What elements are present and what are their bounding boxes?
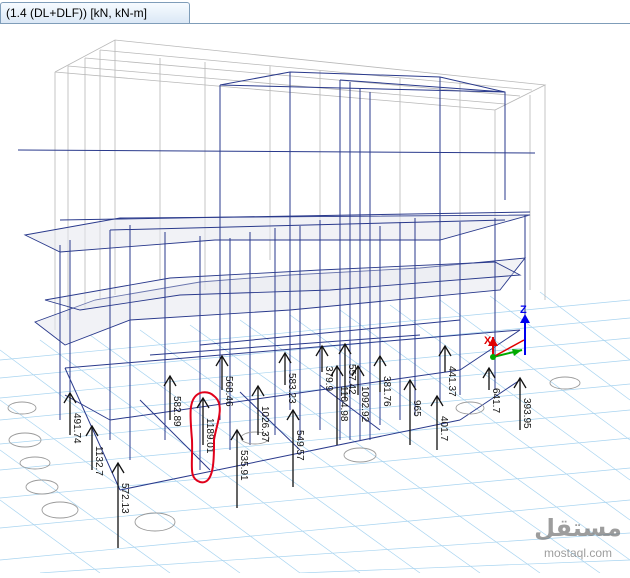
reaction-value-label: 535.91 [238, 450, 249, 481]
reaction-value-label: 568.46 [223, 376, 234, 407]
reaction-value-label: 441.37 [446, 366, 457, 397]
reaction-value-label: 572.13 [119, 483, 130, 514]
reaction-value-label: 1026.37 [259, 406, 270, 443]
reaction-value-label: 379.9 [323, 366, 334, 391]
reaction-value-label: 381.76 [381, 376, 392, 407]
reaction-value-label: 491.74 [71, 413, 82, 444]
model-viewport[interactable]: 491.74 1132.7 572.13 582.89 1189.01 535.91 568… [0, 0, 630, 574]
reaction-value-label: 582.89 [171, 396, 182, 427]
watermark-arabic: مستقل [534, 514, 622, 542]
reaction-value-label: 641.7 [490, 388, 501, 413]
watermark-latin: mostaql.com [544, 546, 612, 560]
reaction-value-label: 583.23 [286, 373, 297, 404]
reaction-value-label: 1092.92 [359, 386, 370, 423]
axis-z-label: Z [520, 304, 527, 316]
reaction-value-label: 965 [411, 400, 422, 417]
axis-x-label: X [484, 335, 492, 347]
tab-load-combination[interactable]: (1.4 (DL+DLF)) [kN, kN-m] [0, 2, 190, 23]
structure-3d-view[interactable]: 491.741132.7572.13582.891189.01535.91568… [0, 0, 630, 574]
reaction-value-label: 393.95 [521, 398, 532, 429]
reaction-value-label: 1132.7 [93, 446, 104, 476]
reaction-value-label: 557.42 [346, 364, 357, 395]
reaction-value-label: 401.7 [438, 416, 449, 441]
reaction-value-label: 549.57 [294, 430, 305, 461]
watermark: مستقل mostaql.com [534, 514, 622, 560]
slabs [23, 214, 531, 346]
